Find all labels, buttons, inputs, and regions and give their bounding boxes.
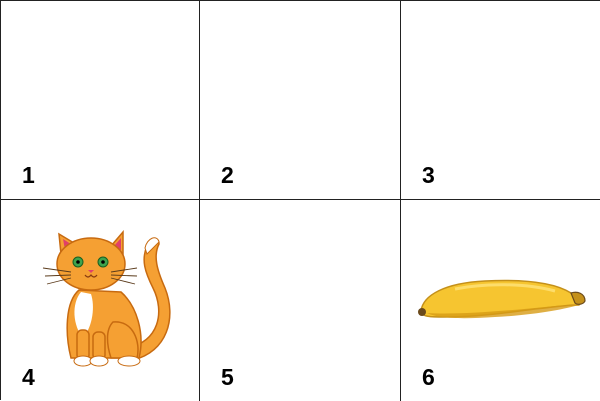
card-number: 4 [22,364,35,390]
card-number: 1 [22,162,35,188]
card-1[interactable]: 1 [1,1,200,200]
card-3[interactable]: 3 [401,1,600,200]
card-number: 6 [422,364,435,390]
banana-image [418,279,586,319]
card-number: 2 [221,162,234,188]
card-2[interactable]: 2 [200,1,401,200]
cat-image [42,230,171,367]
card-number: 5 [221,364,234,390]
card-4[interactable]: 4 [1,200,200,401]
card-number: 3 [422,162,435,188]
card-6[interactable]: 6 [401,200,600,401]
card-5[interactable]: 5 [200,200,401,401]
memory-card-grid: 1 2 3 4 5 6 [0,0,600,401]
